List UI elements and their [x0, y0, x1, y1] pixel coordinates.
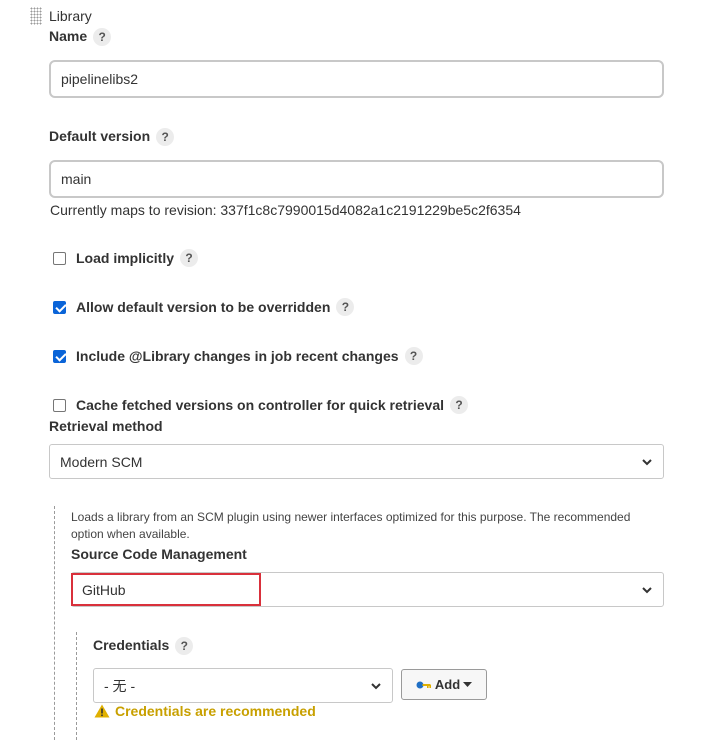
revision-note: Currently maps to revision: 337f1c8c7990… [50, 202, 521, 218]
add-credentials-button[interactable]: Add [401, 669, 487, 700]
retrieval-method-value: Modern SCM [60, 453, 143, 470]
credentials-warning-text: Credentials are recommended [115, 703, 316, 719]
scm-block-border [54, 506, 55, 740]
default-version-input[interactable]: main [49, 160, 664, 198]
include-changes-label: Include @Library changes in job recent c… [76, 348, 399, 364]
default-version-group: Default version? [49, 128, 175, 146]
load-implicitly-label: Load implicitly [76, 250, 175, 266]
add-button-label: Add [434, 677, 461, 692]
credentials-label: Credentials [93, 637, 170, 654]
name-field-group: Name? [49, 28, 112, 46]
include-changes-help-icon[interactable]: ? [404, 347, 423, 365]
name-input[interactable]: pipelinelibs2 [49, 60, 664, 98]
cache-versions-help-icon[interactable]: ? [450, 396, 468, 414]
default-version-value: main [61, 171, 92, 187]
scm-highlight-box [71, 573, 261, 606]
include-changes-checkbox[interactable] [53, 349, 66, 363]
credentials-help-icon[interactable]: ? [175, 637, 194, 655]
chevron-down-icon [371, 682, 381, 689]
load-implicitly-checkbox[interactable] [53, 251, 66, 265]
credentials-select[interactable]: - 无 - [93, 668, 393, 703]
cache-versions-checkbox[interactable] [53, 398, 66, 412]
drag-handle-icon[interactable] [30, 7, 42, 25]
retrieval-method-select[interactable]: Modern SCM [49, 444, 664, 479]
name-input-value: pipelinelibs2 [61, 71, 139, 87]
key-icon [416, 681, 431, 688]
scm-description: Loads a library from an SCM plugin using… [71, 510, 631, 541]
name-label: Name [49, 28, 88, 45]
warning-icon [94, 704, 110, 718]
scm-label: Source Code Management [71, 546, 247, 562]
section-title: Library [49, 8, 92, 24]
default-version-help-icon[interactable]: ? [156, 128, 175, 146]
default-version-label: Default version [49, 128, 151, 145]
credentials-block-border [76, 632, 77, 740]
name-help-icon[interactable]: ? [93, 28, 112, 46]
chevron-down-icon [642, 586, 652, 593]
allow-override-option[interactable]: Allow default version to be overridden ? [53, 298, 355, 316]
credentials-warning: Credentials are recommended [94, 703, 316, 719]
credentials-group: Credentials? [93, 637, 194, 655]
retrieval-method-label: Retrieval method [49, 418, 163, 434]
credentials-value: - 无 - [104, 677, 136, 694]
load-implicitly-help-icon[interactable]: ? [180, 249, 199, 267]
caret-down-icon [463, 681, 473, 687]
cache-versions-label: Cache fetched versions on controller for… [76, 397, 444, 413]
allow-override-help-icon[interactable]: ? [336, 298, 355, 316]
load-implicitly-option[interactable]: Load implicitly ? [53, 249, 199, 267]
chevron-down-icon [642, 458, 652, 465]
allow-override-label: Allow default version to be overridden [76, 299, 331, 315]
include-changes-option[interactable]: Include @Library changes in job recent c… [53, 347, 423, 365]
cache-versions-option[interactable]: Cache fetched versions on controller for… [53, 396, 468, 414]
allow-override-checkbox[interactable] [53, 300, 66, 314]
